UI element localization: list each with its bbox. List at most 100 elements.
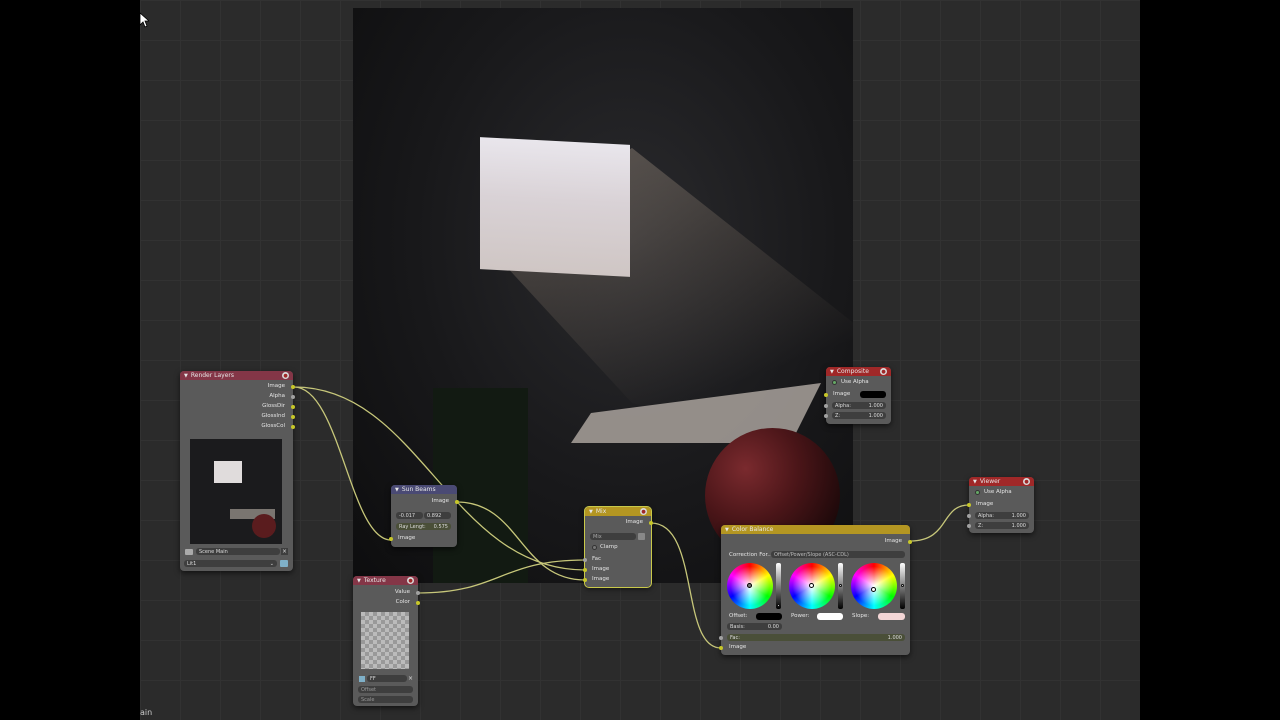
viewer-alpha-field[interactable]: Alpha: 1.000 (975, 512, 1029, 519)
viewer-node[interactable]: ▼ Viewer ● Use Alpha Image Alpha: 1.000 Z… (967, 477, 1034, 533)
texture-offset-field[interactable]: Offset (358, 686, 413, 693)
color-balance-title: Color Balance (731, 526, 774, 533)
render-icon[interactable] (280, 560, 288, 567)
sun-beams-title: Sun Beams (401, 486, 436, 493)
mix-alpha-icon[interactable] (638, 533, 645, 540)
color-balance-output-socket[interactable] (908, 540, 912, 544)
power-slider-thumb[interactable] (839, 584, 842, 587)
correction-formula-label: Correction For... (729, 552, 773, 558)
composite-header[interactable]: ▼ Composite ● (826, 367, 891, 376)
node-preview-icon[interactable]: ● (282, 372, 289, 379)
collapse-triangle-icon[interactable]: ▼ (184, 373, 188, 379)
mix-node[interactable]: ▼ Mix ● Image Mix Clamp Fac Image Image (583, 506, 653, 588)
texture-node[interactable]: ▼ Texture ● Value Color FF × Offset Scal… (353, 576, 420, 706)
mix-mode-select[interactable]: Mix (590, 533, 636, 540)
mix-fac-socket[interactable] (583, 558, 587, 562)
texture-name-field[interactable]: FF (367, 675, 407, 682)
texture-value-socket[interactable] (416, 591, 420, 595)
color-balance-node[interactable]: ▼ Color Balance Image Correction For... … (719, 525, 912, 655)
output-alpha-socket[interactable] (291, 395, 295, 399)
node-preview-icon[interactable]: ● (640, 508, 647, 515)
collapse-triangle-icon[interactable]: ▼ (830, 369, 834, 375)
mix-image2-label: Image (592, 576, 610, 582)
offset-color-wheel[interactable] (727, 563, 773, 609)
offset-value-slider[interactable] (776, 563, 781, 609)
color-balance-fac-socket[interactable] (719, 636, 723, 640)
offset-wheel-cursor[interactable] (747, 583, 752, 588)
scene-clear-icon[interactable]: × (281, 548, 288, 555)
offset-slider-thumb[interactable] (777, 604, 780, 607)
power-color-swatch[interactable] (817, 613, 843, 620)
composite-image-swatch[interactable] (860, 391, 886, 398)
fac-field[interactable]: Fac: 1.000 (727, 634, 905, 641)
output-glosscol-socket[interactable] (291, 425, 295, 429)
sun-beams-node[interactable]: ▼ Sun Beams Image -0.017 0.892 Ray Lengt… (389, 485, 459, 547)
slope-wheel-cursor[interactable] (871, 587, 876, 592)
sun-beams-output-socket[interactable] (455, 500, 459, 504)
collapse-triangle-icon[interactable]: ▼ (395, 487, 399, 493)
texture-color-socket[interactable] (416, 601, 420, 605)
mix-output-socket[interactable] (649, 521, 653, 525)
sun-beams-x-field[interactable]: -0.017 (396, 512, 423, 519)
texture-scale-field[interactable]: Scale (358, 696, 413, 703)
composite-use-alpha-label: Use Alpha (841, 379, 869, 385)
power-wheel-cursor[interactable] (809, 583, 814, 588)
slope-label: Slope: (852, 613, 870, 619)
basis-field[interactable]: Basis: 0.00 (727, 623, 782, 630)
slope-slider-thumb[interactable] (901, 584, 904, 587)
slope-color-wheel[interactable] (851, 563, 897, 609)
scene-icon[interactable] (185, 549, 193, 555)
offset-color-swatch[interactable] (756, 613, 782, 620)
collapse-triangle-icon[interactable]: ▼ (357, 578, 361, 584)
composite-node[interactable]: ▼ Composite ● Use Alpha Image Alpha: 1.00… (824, 367, 891, 424)
viewer-z-socket[interactable] (967, 524, 971, 528)
mix-header[interactable]: ▼ Mix ● (585, 507, 651, 516)
power-label: Power: (791, 613, 810, 619)
thumb-window (214, 461, 242, 483)
slope-value-slider[interactable] (900, 563, 905, 609)
output-image-socket[interactable] (291, 385, 295, 389)
render-layers-header[interactable]: ▼ Render Layers ● (180, 371, 293, 380)
node-preview-icon[interactable]: ● (880, 368, 887, 375)
collapse-triangle-icon[interactable]: ▼ (725, 527, 729, 533)
composite-z-field[interactable]: Z: 1.000 (832, 412, 886, 419)
node-editor-canvas[interactable] (140, 0, 1140, 720)
texture-header[interactable]: ▼ Texture ● (353, 576, 418, 585)
mix-image2-socket[interactable] (583, 578, 587, 582)
viewer-header[interactable]: ▼ Viewer ● (969, 477, 1034, 486)
viewer-use-alpha-checkbox[interactable] (975, 490, 980, 495)
sun-beams-header[interactable]: ▼ Sun Beams (391, 485, 457, 494)
color-balance-input-socket[interactable] (719, 646, 723, 650)
texture-clear-icon[interactable]: × (408, 675, 414, 682)
scene-selector[interactable]: Scene Main (196, 548, 280, 555)
composite-z-socket[interactable] (824, 414, 828, 418)
power-value-slider[interactable] (838, 563, 843, 609)
render-layers-node[interactable]: ▼ Render Layers ● Image Alpha GlossDir G… (180, 371, 295, 571)
sun-beams-y-field[interactable]: 0.892 (424, 512, 451, 519)
power-color-wheel[interactable] (789, 563, 835, 609)
composite-alpha-socket[interactable] (824, 404, 828, 408)
collapse-triangle-icon[interactable]: ▼ (589, 509, 593, 515)
viewer-alpha-socket[interactable] (967, 514, 971, 518)
output-glossdir-label: GlossDir (262, 403, 285, 409)
clamp-label: Clamp (600, 544, 618, 550)
collapse-triangle-icon[interactable]: ▼ (973, 479, 977, 485)
correction-formula-select[interactable]: Offset/Power/Slope (ASC-CDL) (771, 551, 905, 558)
ray-length-field[interactable]: Ray Lengt: 0.575 (396, 523, 451, 530)
sun-beams-input-socket[interactable] (389, 537, 393, 541)
output-glossind-socket[interactable] (291, 415, 295, 419)
output-glossdir-socket[interactable] (291, 405, 295, 409)
viewer-image-socket[interactable] (967, 503, 971, 507)
composite-use-alpha-checkbox[interactable] (832, 380, 837, 385)
composite-image-socket[interactable] (824, 393, 828, 397)
slope-color-swatch[interactable] (878, 613, 905, 620)
node-preview-icon[interactable]: ● (1023, 478, 1030, 485)
mix-image1-socket[interactable] (583, 568, 587, 572)
texture-icon[interactable] (359, 676, 365, 682)
clamp-checkbox[interactable] (592, 545, 597, 550)
node-preview-icon[interactable]: ● (407, 577, 414, 584)
color-balance-header[interactable]: ▼ Color Balance (721, 525, 910, 534)
composite-alpha-field[interactable]: Alpha: 1.000 (832, 402, 886, 409)
layer-selector[interactable]: Lit1 ⌄ (184, 560, 277, 567)
viewer-z-field[interactable]: Z: 1.000 (975, 522, 1029, 529)
